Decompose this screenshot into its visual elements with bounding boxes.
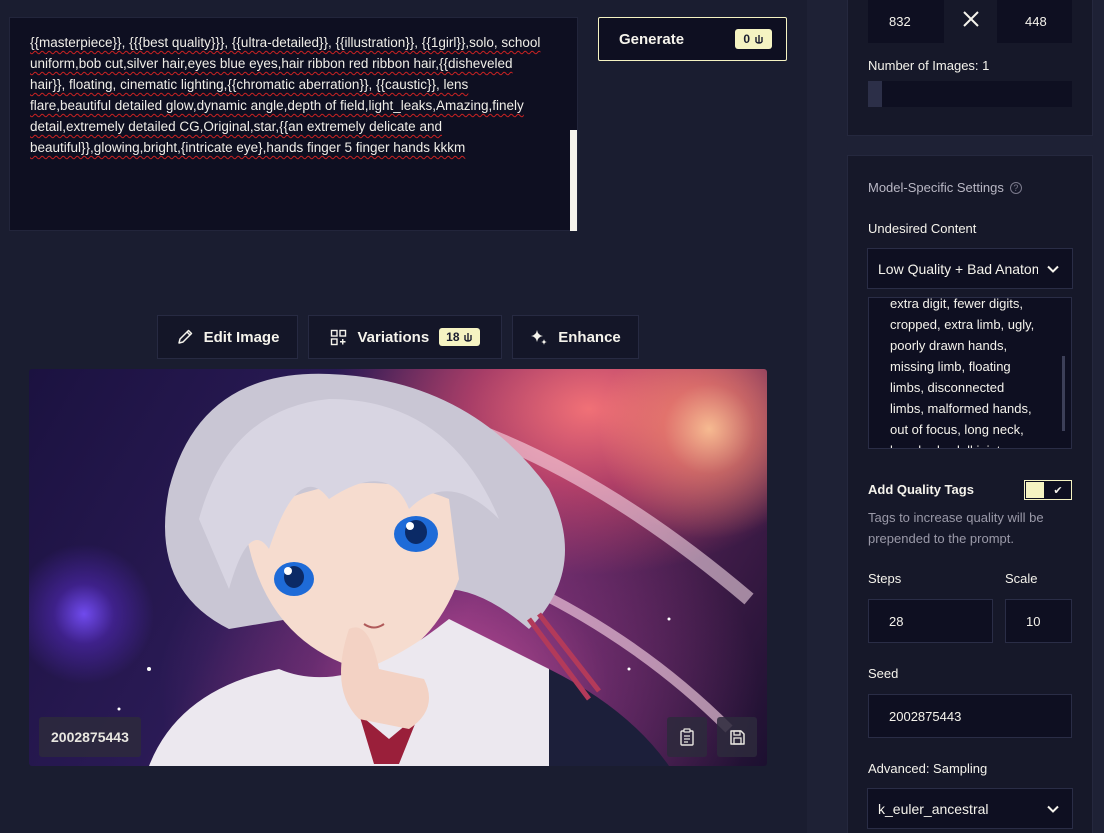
close-icon[interactable]: [960, 8, 982, 30]
seed-label: Seed: [868, 666, 899, 681]
generate-button[interactable]: Generate 0: [598, 17, 787, 61]
image-seed-chip[interactable]: 2002875443: [39, 717, 141, 757]
seed-input[interactable]: 2002875443: [868, 694, 1072, 738]
help-icon[interactable]: ?: [1009, 181, 1022, 194]
enhance-label: Enhance: [558, 328, 621, 346]
sampling-label: Advanced: Sampling: [868, 761, 988, 776]
prompt-textarea[interactable]: {{masterpiece}}, {{{best quality}}}, {{u…: [9, 17, 578, 231]
generate-cost-badge: 0: [735, 29, 772, 49]
edit-image-label: Edit Image: [203, 328, 280, 346]
scale-input[interactable]: 10: [1005, 599, 1072, 643]
model-settings-title: Model-Specific Settings ?: [868, 180, 1022, 195]
chevron-down-icon: [1047, 805, 1059, 813]
width-input[interactable]: 832: [868, 0, 944, 43]
steps-label: Steps: [868, 571, 902, 586]
height-input[interactable]: 448: [997, 0, 1072, 43]
scale-label: Scale: [1005, 571, 1038, 586]
chevron-down-icon: [1047, 265, 1059, 273]
generated-image[interactable]: 2002875443: [29, 369, 767, 766]
variations-button[interactable]: Variations 18: [308, 315, 502, 359]
scale-value: 10: [1026, 613, 1041, 629]
quality-tags-toggle[interactable]: ✔: [1024, 480, 1072, 500]
toggle-on-indicator: [1026, 482, 1044, 498]
variations-icon: [331, 329, 347, 345]
prompt-text[interactable]: {{masterpiece}}, {{{best quality}}}, {{u…: [30, 32, 550, 158]
sparkle-icon: [531, 330, 548, 345]
copy-to-clipboard-button[interactable]: [667, 717, 707, 757]
undesired-content-textarea[interactable]: extra digit, fewer digits, cropped, extr…: [868, 297, 1072, 449]
settings-sidebar: 832 448 Number of Images: 1 Model-Specif…: [807, 0, 1104, 833]
height-value: 448: [1025, 14, 1047, 29]
undesired-content-label: Undesired Content: [868, 221, 977, 236]
steps-input[interactable]: 28: [868, 599, 993, 643]
width-value: 832: [889, 14, 911, 29]
variations-label: Variations: [357, 328, 430, 346]
check-icon: ✔: [1045, 482, 1071, 498]
anlas-icon: [755, 35, 763, 44]
steps-value: 28: [889, 613, 904, 629]
image-seed: 2002875443: [51, 729, 129, 745]
generate-cost: 0: [743, 32, 750, 46]
variations-cost: 18: [446, 330, 460, 344]
undesired-preset-value: Low Quality + Bad Anatomy: [878, 260, 1038, 277]
variations-cost-badge: 18: [439, 328, 480, 346]
number-of-images-slider[interactable]: [868, 81, 1072, 107]
anlas-icon: [463, 333, 472, 342]
pencil-icon: [177, 329, 192, 344]
undesired-content-text: extra digit, fewer digits, cropped, extr…: [890, 297, 1035, 448]
clipboard-icon: [680, 728, 694, 746]
quality-tags-description: Tags to increase quality will be prepend…: [868, 510, 1044, 546]
generated-artwork: [117, 373, 754, 766]
enhance-button[interactable]: Enhance: [512, 315, 639, 359]
sampler-select[interactable]: k_euler_ancestral: [867, 788, 1073, 829]
edit-image-button[interactable]: Edit Image: [157, 315, 298, 359]
generate-label: Generate: [619, 30, 685, 48]
seed-value: 2002875443: [889, 708, 962, 724]
prompt-scrollbar[interactable]: [570, 130, 577, 231]
sampler-value: k_euler_ancestral: [878, 800, 989, 817]
save-image-button[interactable]: [717, 717, 757, 757]
quality-tags-label: Add Quality Tags: [868, 482, 974, 497]
slider-fill: [868, 81, 882, 107]
save-icon: [729, 729, 745, 745]
undesired-content-select[interactable]: Low Quality + Bad Anatomy: [867, 248, 1073, 289]
number-of-images-label: Number of Images: 1: [868, 58, 990, 73]
number-of-images-value: 1: [982, 58, 990, 73]
undesired-scrollbar[interactable]: [1062, 356, 1065, 431]
